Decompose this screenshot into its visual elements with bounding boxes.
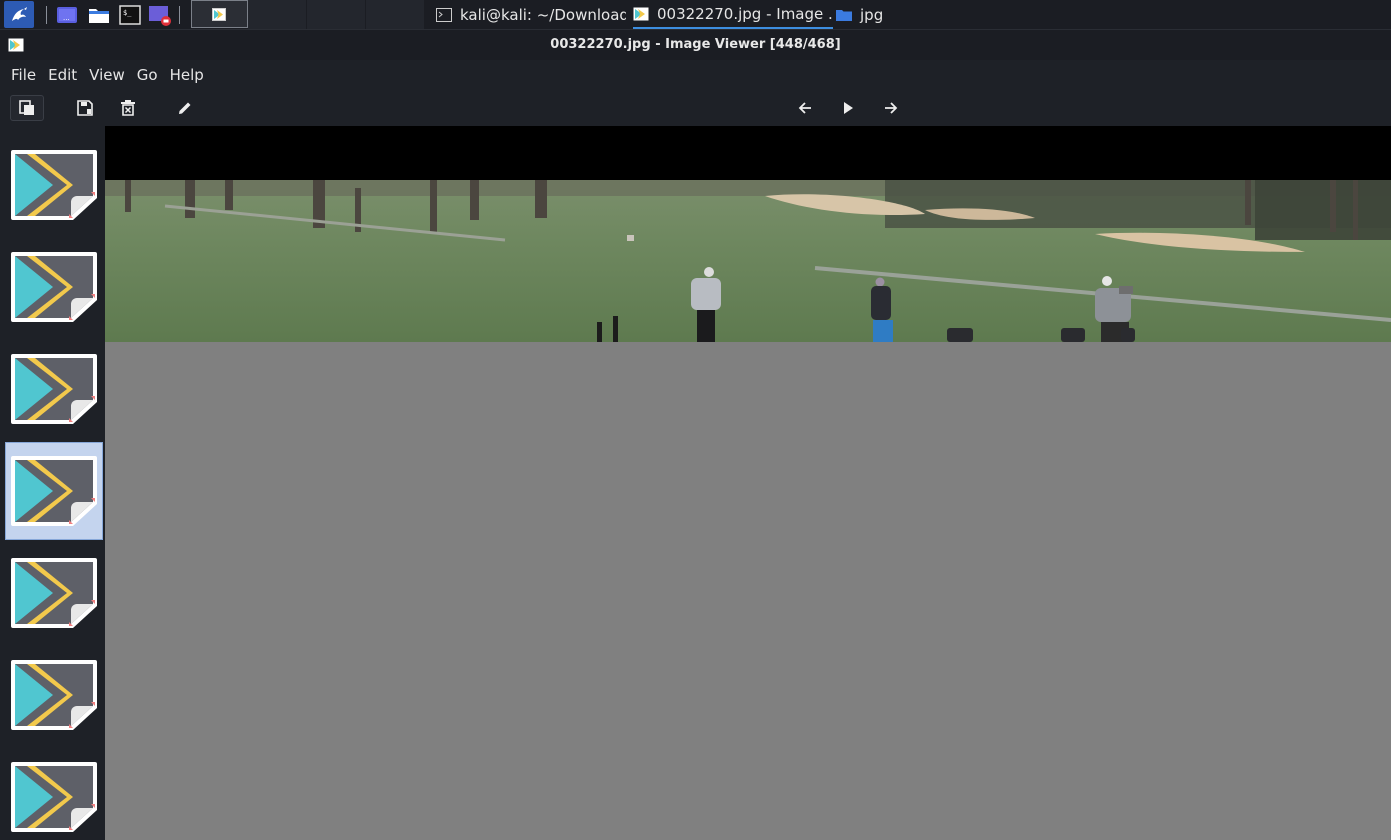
image-placeholder-icon bbox=[11, 762, 97, 832]
image-placeholder-icon bbox=[11, 354, 97, 424]
window-title: 00322270.jpg - Image Viewer [448/468] bbox=[550, 37, 841, 52]
taskbar-separator bbox=[46, 6, 47, 24]
folder-icon bbox=[836, 10, 852, 21]
image-placeholder-icon bbox=[11, 456, 97, 526]
delete-button[interactable] bbox=[115, 95, 141, 121]
thumbnail[interactable] bbox=[5, 544, 103, 642]
thumbnail[interactable] bbox=[5, 136, 103, 234]
task-label: 00322270.jpg - Image ... bbox=[657, 4, 833, 23]
svg-text:...: ... bbox=[63, 14, 70, 22]
task-folder[interactable]: jpg bbox=[836, 0, 896, 29]
menu-edit[interactable]: Edit bbox=[42, 66, 83, 84]
workspace-slot[interactable] bbox=[366, 0, 424, 29]
thumbnail-sidebar[interactable] bbox=[0, 126, 106, 840]
forward-arrow-icon bbox=[885, 102, 898, 114]
back-arrow-icon bbox=[798, 102, 811, 114]
task-terminal[interactable]: kali@kali: ~/Downloads bbox=[436, 0, 626, 29]
image-viewer-icon bbox=[212, 8, 226, 21]
window-titlebar[interactable]: 00322270.jpg - Image Viewer [448/468] bbox=[0, 30, 1391, 60]
workspace-icon: ... bbox=[57, 6, 77, 23]
thumbnail[interactable] bbox=[5, 646, 103, 744]
thumbnail-selected[interactable] bbox=[5, 442, 103, 540]
task-image-viewer[interactable]: 00322270.jpg - Image ... bbox=[633, 0, 833, 29]
edit-icon bbox=[179, 102, 191, 114]
image-placeholder-icon bbox=[11, 558, 97, 628]
play-slideshow-button[interactable] bbox=[835, 95, 861, 121]
next-button[interactable] bbox=[878, 95, 904, 121]
thumbnail[interactable] bbox=[5, 340, 103, 438]
letterbox-band bbox=[105, 126, 1391, 180]
launcher-terminal[interactable]: $_ bbox=[118, 0, 142, 29]
thumbnail[interactable] bbox=[5, 748, 103, 840]
image-placeholder-icon bbox=[11, 660, 97, 730]
task-label: jpg bbox=[860, 5, 884, 24]
image-viewer-icon bbox=[633, 7, 649, 20]
taskbar: ... $_ kali@kali: ~/Downloads 00322270.j… bbox=[0, 0, 1391, 30]
kali-menu-button[interactable] bbox=[4, 1, 34, 28]
svg-text:$_: $_ bbox=[123, 9, 132, 17]
menu-view[interactable]: View bbox=[83, 66, 131, 84]
save-button[interactable] bbox=[72, 95, 98, 121]
task-label: kali@kali: ~/Downloads bbox=[460, 5, 626, 24]
menu-file[interactable]: File bbox=[5, 66, 42, 84]
edit-button[interactable] bbox=[172, 95, 198, 121]
kali-dragon-icon bbox=[12, 6, 27, 21]
workspace-switcher[interactable] bbox=[191, 0, 248, 28]
terminal-icon bbox=[436, 7, 452, 22]
menu-bar: File Edit View Go Help bbox=[0, 60, 1391, 90]
launcher-workspace[interactable]: ... bbox=[55, 0, 79, 29]
menu-help[interactable]: Help bbox=[164, 66, 210, 84]
open-icon bbox=[19, 100, 34, 115]
displayed-photo bbox=[105, 180, 1391, 342]
workspace-slot[interactable] bbox=[248, 0, 306, 29]
image-placeholder-icon bbox=[11, 150, 97, 220]
terminal-icon: $_ bbox=[119, 4, 141, 25]
image-canvas[interactable] bbox=[105, 126, 1391, 840]
screen-recorder-icon bbox=[149, 5, 171, 26]
launcher-recorder[interactable] bbox=[148, 0, 172, 29]
play-icon bbox=[844, 102, 853, 114]
toolbar bbox=[0, 90, 1391, 126]
image-placeholder-icon bbox=[11, 252, 97, 322]
open-button[interactable] bbox=[10, 95, 44, 121]
launcher-files[interactable] bbox=[87, 0, 111, 29]
file-manager-icon bbox=[89, 8, 109, 23]
thumbnail[interactable] bbox=[5, 238, 103, 336]
workspace-slot[interactable] bbox=[307, 0, 365, 29]
previous-button[interactable] bbox=[792, 95, 818, 121]
taskbar-separator bbox=[179, 6, 180, 24]
delete-icon bbox=[121, 100, 135, 116]
menu-go[interactable]: Go bbox=[131, 66, 164, 84]
save-icon bbox=[77, 100, 93, 116]
